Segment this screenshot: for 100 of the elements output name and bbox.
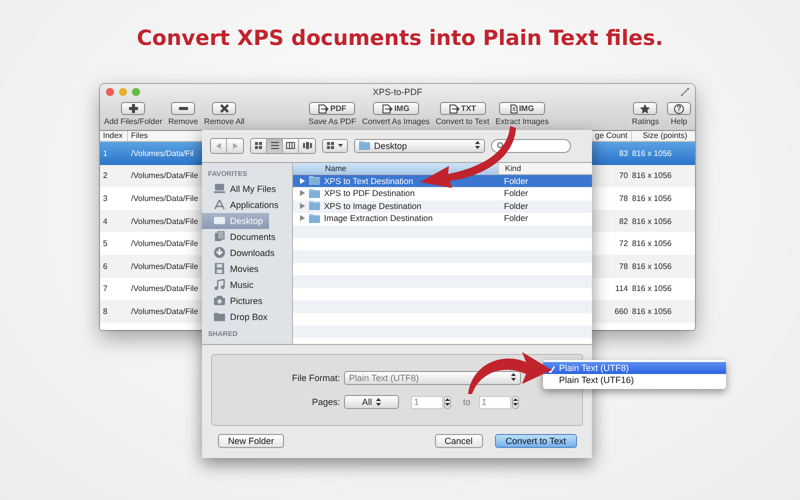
minus-icon: [178, 107, 188, 110]
toolbar-label: Ratings: [632, 117, 659, 126]
view-mode-control[interactable]: [250, 138, 316, 154]
toolbar-label: Remove: [168, 117, 198, 126]
grid-icon: [327, 142, 334, 150]
menu-item[interactable]: Plain Text (UTF8): [543, 362, 726, 374]
sidebar-item[interactable]: Drop Box: [202, 308, 274, 325]
toolbar-label: Save As PDF: [308, 117, 356, 126]
sidebar-item[interactable]: All My Files: [202, 180, 282, 197]
view-mode-button[interactable]: [267, 138, 283, 153]
table-cell-text: 70: [618, 171, 629, 180]
dialog-button[interactable]: New Folder: [218, 434, 284, 448]
applications-icon: [214, 199, 225, 210]
view-mode-button[interactable]: [283, 138, 299, 153]
table-cell-text: 114: [614, 284, 629, 294]
pages-popup[interactable]: All: [344, 395, 399, 409]
table-cell-text: /Volumes/Data/File: [130, 171, 198, 180]
stepper-button[interactable]: [444, 396, 451, 408]
toolbar-button[interactable]: IMG: [499, 102, 546, 115]
table-cell-text: 78: [618, 194, 629, 203]
dialog-button[interactable]: Cancel: [434, 434, 483, 448]
file-row[interactable]: XPS to Image Destination Folder: [293, 200, 592, 212]
up-down-arrows-icon: [475, 140, 480, 149]
toolbar-button[interactable]: [212, 102, 236, 115]
toolbar-label: Convert to Text: [436, 117, 490, 126]
column-header[interactable]: Kind: [498, 162, 592, 174]
toolbar-button[interactable]: ?: [667, 102, 691, 115]
toolbar-button[interactable]: [171, 102, 196, 115]
table-cell-text: 2: [102, 171, 108, 180]
disclosure-triangle[interactable]: [299, 190, 305, 196]
file-name: Image Extraction Destination: [324, 213, 433, 224]
cross-icon: [220, 104, 229, 113]
table-cell: 816 x 1056: [632, 306, 672, 316]
plus-icon: [128, 104, 138, 113]
fullscreen-icon[interactable]: [681, 88, 689, 96]
table-cell-text: 6: [102, 262, 108, 271]
navigation-control[interactable]: [210, 138, 244, 154]
document-icon: [510, 104, 518, 114]
sidebar-item[interactable]: Pictures: [202, 292, 269, 309]
computer-icon: [214, 183, 225, 194]
disclosure-triangle[interactable]: [299, 215, 305, 222]
table-cell-text: 7: [102, 284, 108, 294]
location-popup[interactable]: Desktop: [354, 138, 485, 153]
sidebar-item[interactable]: Movies: [202, 260, 265, 277]
up-down-arrows-icon: [445, 398, 450, 406]
toolbar-label: Remove All: [204, 117, 245, 126]
table-cell-text: 8: [102, 306, 108, 316]
document-arrow-icon: [382, 104, 394, 114]
toolbar-button[interactable]: PDF: [309, 102, 356, 115]
toolbar-button[interactable]: [121, 102, 146, 115]
columns-icon: [286, 142, 295, 150]
disclosure-triangle[interactable]: [299, 178, 305, 184]
music-note-icon: [214, 279, 225, 290]
column-header[interactable]: Index: [100, 131, 128, 141]
table-cell: 816 x 1056: [632, 262, 672, 271]
table-cell: 816 x 1056: [632, 148, 672, 158]
table-cell-text: /Volumes/Data/File: [130, 239, 198, 248]
back-icon: [216, 142, 221, 149]
file-kind: Folder: [503, 213, 530, 224]
disclosure-triangle[interactable]: [299, 202, 305, 209]
sidebar-item[interactable]: Music: [202, 276, 260, 293]
file-kind: Folder: [503, 200, 530, 211]
sidebar-item[interactable]: Applications: [202, 196, 285, 213]
window-close-button[interactable]: [106, 88, 114, 96]
toolbar-label: Convert As Images: [362, 117, 430, 126]
column-header[interactable]: Size (points): [632, 131, 695, 141]
table-cell-text: /Volumes/Data/File: [130, 216, 198, 226]
folder-icon: [309, 176, 320, 186]
field-label: Pages:: [310, 397, 340, 407]
search-field[interactable]: [491, 138, 571, 153]
sidebar-item[interactable]: Downloads: [202, 244, 281, 261]
table-cell: 816 x 1056: [632, 216, 672, 226]
star-icon: [640, 104, 650, 114]
toolbar-button[interactable]: [633, 102, 658, 115]
table-cell-text: /Volumes/Data/File: [130, 262, 198, 271]
table-cell-text: 78: [618, 262, 629, 271]
stepper-button[interactable]: [512, 396, 519, 408]
menu-item[interactable]: Plain Text (UTF16): [543, 374, 726, 386]
document-arrow-icon: [318, 104, 330, 114]
arrange-button[interactable]: [322, 138, 348, 153]
documents-icon: [214, 231, 225, 242]
sidebar-item[interactable]: Documents: [202, 228, 282, 245]
table-cell-text: 5: [102, 239, 108, 248]
headline: Convert XPS documents into Plain Text files.: [136, 26, 664, 50]
toolbar-button[interactable]: IMG: [372, 102, 419, 115]
file-format-popup[interactable]: Plain Text (UTF8): [344, 371, 521, 385]
file-row[interactable]: Image Extraction Destination Folder: [293, 212, 592, 225]
up-down-arrows-icon: [511, 373, 516, 381]
table-cell-text: 3: [102, 194, 108, 203]
folder-icon: [309, 188, 320, 198]
folder-icon: [309, 214, 320, 223]
page-to-field[interactable]: 1: [478, 396, 511, 408]
table-cell-text: 1: [102, 148, 108, 158]
toolbar-button[interactable]: TXT: [440, 102, 486, 115]
table-cell-text: /Volumes/Data/File: [130, 194, 198, 203]
table-cell-text: 4: [102, 216, 108, 226]
page-from-field[interactable]: 1: [411, 396, 443, 408]
dialog-button[interactable]: Convert to Text: [494, 434, 577, 448]
table-cell-text: 83: [618, 148, 629, 158]
file-row[interactable]: XPS to PDF Destination Folder: [293, 187, 592, 200]
